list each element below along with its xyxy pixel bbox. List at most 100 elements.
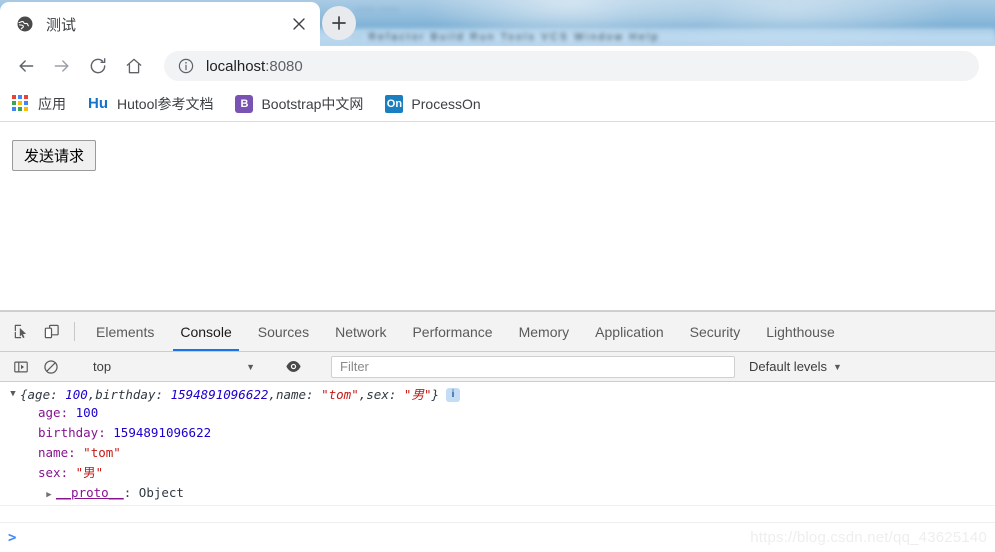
tab-lighthouse[interactable]: Lighthouse [753, 312, 848, 351]
collapse-triangle-icon[interactable]: ▶ [42, 485, 56, 505]
bookmark-processon[interactable]: On ProcessOn [385, 94, 481, 113]
back-button[interactable] [8, 48, 44, 84]
preview-value: "tom" [321, 387, 359, 402]
console-toolbar: top ▼ Filter Default levels ▼ [0, 352, 995, 382]
info-icon[interactable]: i [446, 387, 461, 402]
preview-value: 100 [65, 387, 88, 402]
address-bar[interactable]: localhost:8080 [164, 51, 979, 81]
toolbar-divider [74, 322, 75, 341]
preview-open-brace: { [20, 387, 28, 402]
javascript-context-dropdown[interactable]: top ▼ [83, 356, 261, 378]
chevron-down-icon: ▼ [833, 361, 842, 372]
browser-tab[interactable]: 测试 [0, 2, 320, 46]
console-message: ▼ { age: 100, birthday: 1594891096622, na… [0, 382, 995, 506]
preview-close-brace: } [431, 387, 440, 402]
home-button[interactable] [116, 48, 152, 84]
plus-icon [332, 16, 346, 30]
bookmark-hutool[interactable]: Hu Hutool参考文档 [88, 94, 213, 114]
preview-separator: , [268, 387, 276, 402]
bookmark-label: Hutool参考文档 [117, 95, 214, 112]
property-row[interactable]: age: 100 [38, 403, 995, 423]
tab-application[interactable]: Application [582, 312, 677, 351]
close-icon[interactable] [288, 13, 310, 35]
proto-key: __proto__ [56, 485, 124, 500]
apps-grid-icon [12, 94, 30, 113]
tab-title: 测试 [46, 16, 77, 34]
processon-icon: On [385, 94, 404, 113]
property-value: "tom" [83, 445, 121, 460]
bookmark-apps[interactable]: 应用 [12, 94, 66, 114]
clear-console-icon[interactable] [36, 359, 66, 375]
property-key: name [38, 445, 69, 460]
property-key: age [38, 405, 61, 420]
chevron-down-icon: ▼ [246, 361, 255, 372]
bookmark-label: Bootstrap中文网 [261, 95, 364, 112]
tab-performance[interactable]: Performance [399, 312, 505, 351]
log-levels-dropdown[interactable]: Default levels ▼ [749, 359, 842, 374]
bookmark-label: ProcessOn [411, 95, 481, 112]
tab-memory[interactable]: Memory [506, 312, 583, 351]
tab-security[interactable]: Security [677, 312, 754, 351]
logged-object: { age: 100, birthday: 1594891096622, name… [20, 386, 995, 505]
bookmark-bootstrap[interactable]: B Bootstrap中文网 [235, 94, 363, 114]
preview-key: birthday [95, 387, 156, 402]
bootstrap-icon: B [235, 94, 254, 113]
context-label: top [93, 359, 112, 374]
property-key: sex [38, 465, 61, 480]
tab-strip: 测试 [0, 0, 995, 46]
tab-elements[interactable]: Elements [83, 312, 167, 351]
property-row[interactable]: birthday: 1594891096622 [38, 423, 995, 443]
bookmark-label: 应用 [38, 95, 66, 112]
console-prompt[interactable]: > [0, 522, 995, 552]
tab-sources[interactable]: Sources [245, 312, 322, 351]
devtools-tabbar: Elements Console Sources Network Perform… [0, 312, 995, 352]
arrow-left-icon [19, 60, 34, 72]
filter-placeholder: Filter [340, 359, 369, 374]
console-input[interactable] [24, 529, 995, 547]
url-port: :8080 [265, 57, 303, 75]
arrow-right-icon [54, 60, 69, 72]
preview-key: age [27, 387, 51, 402]
property-row[interactable]: name: "tom" [38, 443, 995, 463]
console-output: ▼ { age: 100, birthday: 1594891096622, na… [0, 382, 995, 552]
preview-value: "男" [403, 387, 432, 402]
expand-triangle-icon[interactable]: ▼ [6, 386, 20, 403]
device-toolbar-icon[interactable] [36, 312, 66, 351]
property-value: "男" [75, 465, 104, 480]
console-sidebar-icon[interactable] [6, 359, 36, 375]
page-viewport: 发送请求 [0, 122, 995, 311]
reload-icon [90, 58, 106, 74]
browser-window: ····· ····· ·· Refactor Build Run Tools … [0, 0, 995, 552]
proto-row[interactable]: ▶ __proto__: Object [42, 483, 995, 505]
home-icon [126, 58, 142, 74]
reload-button[interactable] [80, 48, 116, 84]
preview-separator: , [358, 387, 367, 402]
property-key: birthday [38, 425, 99, 440]
tab-console[interactable]: Console [167, 312, 244, 351]
hu-text-icon: Hu [88, 95, 108, 112]
object-properties: age: 100 birthday: 1594891096622 name: "… [38, 403, 995, 505]
inspect-element-icon[interactable] [6, 312, 36, 351]
console-filter-input[interactable]: Filter [331, 355, 735, 378]
prompt-caret-icon: > [8, 529, 17, 546]
preview-value: 1594891096622 [170, 387, 269, 402]
new-tab-button[interactable] [322, 6, 356, 40]
property-value: 1594891096622 [113, 425, 212, 440]
browser-toolbar: localhost:8080 [0, 46, 995, 86]
proto-value: Object [138, 485, 184, 500]
object-preview[interactable]: {age: 100, birthday: 1594891096622, name… [20, 386, 995, 403]
log-levels-label: Default levels [749, 359, 828, 374]
tab-network[interactable]: Network [322, 312, 399, 351]
forward-button[interactable] [44, 48, 80, 84]
url-text: localhost:8080 [206, 58, 303, 75]
property-value: 100 [75, 405, 99, 420]
url-host: localhost [206, 57, 266, 75]
preview-key: name [275, 387, 307, 402]
info-circle-icon[interactable] [178, 58, 194, 74]
devtools-panel: Elements Console Sources Network Perform… [0, 311, 995, 552]
bookmarks-bar: 应用 Hu Hutool参考文档 B Bootstrap中文网 On Proce… [0, 86, 995, 122]
send-request-button[interactable]: 发送请求 [12, 140, 97, 171]
live-expression-eye-icon[interactable] [278, 358, 308, 375]
property-row[interactable]: sex: "男" [38, 463, 995, 483]
preview-key: sex [366, 387, 389, 402]
